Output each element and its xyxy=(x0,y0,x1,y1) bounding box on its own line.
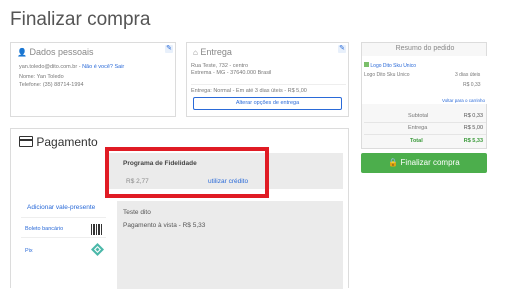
product-name: Logo Dito Sku Unico xyxy=(364,72,410,78)
personal-phone: Telefone: (35) 88714-1994 xyxy=(19,82,84,88)
summary-heading: Resumo do pedido xyxy=(395,45,455,52)
payment-heading-wrap: Pagamento xyxy=(19,135,98,149)
payment-detail-panel: Teste dito Pagamento à vista - R$ 5,33 xyxy=(117,201,343,289)
delivery-heading-wrap: ⌂ Entrega xyxy=(193,47,232,57)
product-delivery: 3 dias úteis xyxy=(455,72,481,78)
user-icon: 👤 xyxy=(17,48,27,57)
shipping-label: Entrega xyxy=(408,125,428,131)
payment-detail-title: Teste dito xyxy=(123,209,151,216)
boleto-label: Boleto bancário xyxy=(25,226,64,232)
personal-heading-wrap: 👤 Dados pessoais xyxy=(17,47,94,57)
pix-label: Pix xyxy=(25,248,33,254)
subtotal-value: R$ 0,33 xyxy=(463,113,483,119)
checkout-button-label: Finalizar compra xyxy=(400,158,460,167)
page-title: Finalizar compra xyxy=(10,9,151,30)
edit-delivery-icon[interactable]: ✎ xyxy=(338,45,346,53)
loyalty-title: Programa de Fidelidade xyxy=(123,160,197,167)
payment-heading: Pagamento xyxy=(36,135,98,149)
checkout-button[interactable]: 🔒 Finalizar compra xyxy=(361,153,487,173)
shipping-value: R$ 5,00 xyxy=(463,125,483,131)
loyalty-highlight: Programa de Fidelidade R$ 2,77 utilizar … xyxy=(105,147,269,198)
add-voucher-link[interactable]: Adicionar vale-presente xyxy=(27,204,95,211)
barcode-icon xyxy=(91,222,103,235)
personal-name: Nome: Yan Toledo xyxy=(19,74,64,80)
personal-data-card: ✎ 👤 Dados pessoais yan.toledo@dito.com.b… xyxy=(10,42,176,117)
product-image-logo[interactable]: Logo Dito Sku Unico xyxy=(364,62,416,70)
lock-icon: 🔒 xyxy=(388,158,399,167)
product-image-alt: Logo Dito Sku Unico xyxy=(370,63,416,69)
back-to-cart-link[interactable]: Voltar para o carrinho xyxy=(442,97,485,105)
personal-heading: Dados pessoais xyxy=(29,47,94,57)
payment-card: Pagamento Programa de Fidelidade R$ 2,77… xyxy=(10,128,349,289)
total-label: Total xyxy=(410,138,423,144)
payment-installment: Pagamento à vista - R$ 5,33 xyxy=(123,222,206,229)
delivery-address2: Extrema - MG - 37640.000 Brasil xyxy=(191,70,272,76)
delivery-card: ✎ ⌂ Entrega Rua Teste, 732 - centro Extr… xyxy=(186,42,349,117)
change-delivery-button[interactable]: Alterar opções de entrega xyxy=(193,97,342,110)
personal-email-line: yan.toledo@dito.com.br - Não é você? Sai… xyxy=(19,64,125,70)
summary-divider xyxy=(364,134,486,135)
payment-method-pix[interactable]: Pix xyxy=(21,237,106,260)
subtotal-label: Subtotal xyxy=(408,113,429,119)
home-icon: ⌂ xyxy=(193,48,198,57)
delivery-divider xyxy=(191,84,346,85)
summary-divider xyxy=(364,122,486,123)
delivery-heading: Entrega xyxy=(200,47,232,57)
pix-icon xyxy=(91,243,104,256)
loyalty-amount: R$ 2,77 xyxy=(126,178,149,185)
personal-email: yan.toledo@dito.com.br xyxy=(19,64,78,70)
not-you-link[interactable]: Não é você? Sair xyxy=(82,64,124,70)
edit-personal-icon[interactable]: ✎ xyxy=(165,45,173,53)
product-price: R$ 0,33 xyxy=(463,82,481,88)
use-credit-link[interactable]: utilizar crédito xyxy=(208,178,248,185)
product-image-icon xyxy=(364,62,369,67)
total-value: R$ 5,33 xyxy=(463,138,483,144)
delivery-shipping: Entrega: Normal - Em até 3 dias úteis - … xyxy=(191,88,307,94)
order-summary-card: Resumo do pedido Logo Dito Sku Unico Log… xyxy=(361,42,488,149)
payment-method-boleto[interactable]: Boleto bancário xyxy=(21,217,106,238)
credit-card-icon xyxy=(19,136,33,147)
